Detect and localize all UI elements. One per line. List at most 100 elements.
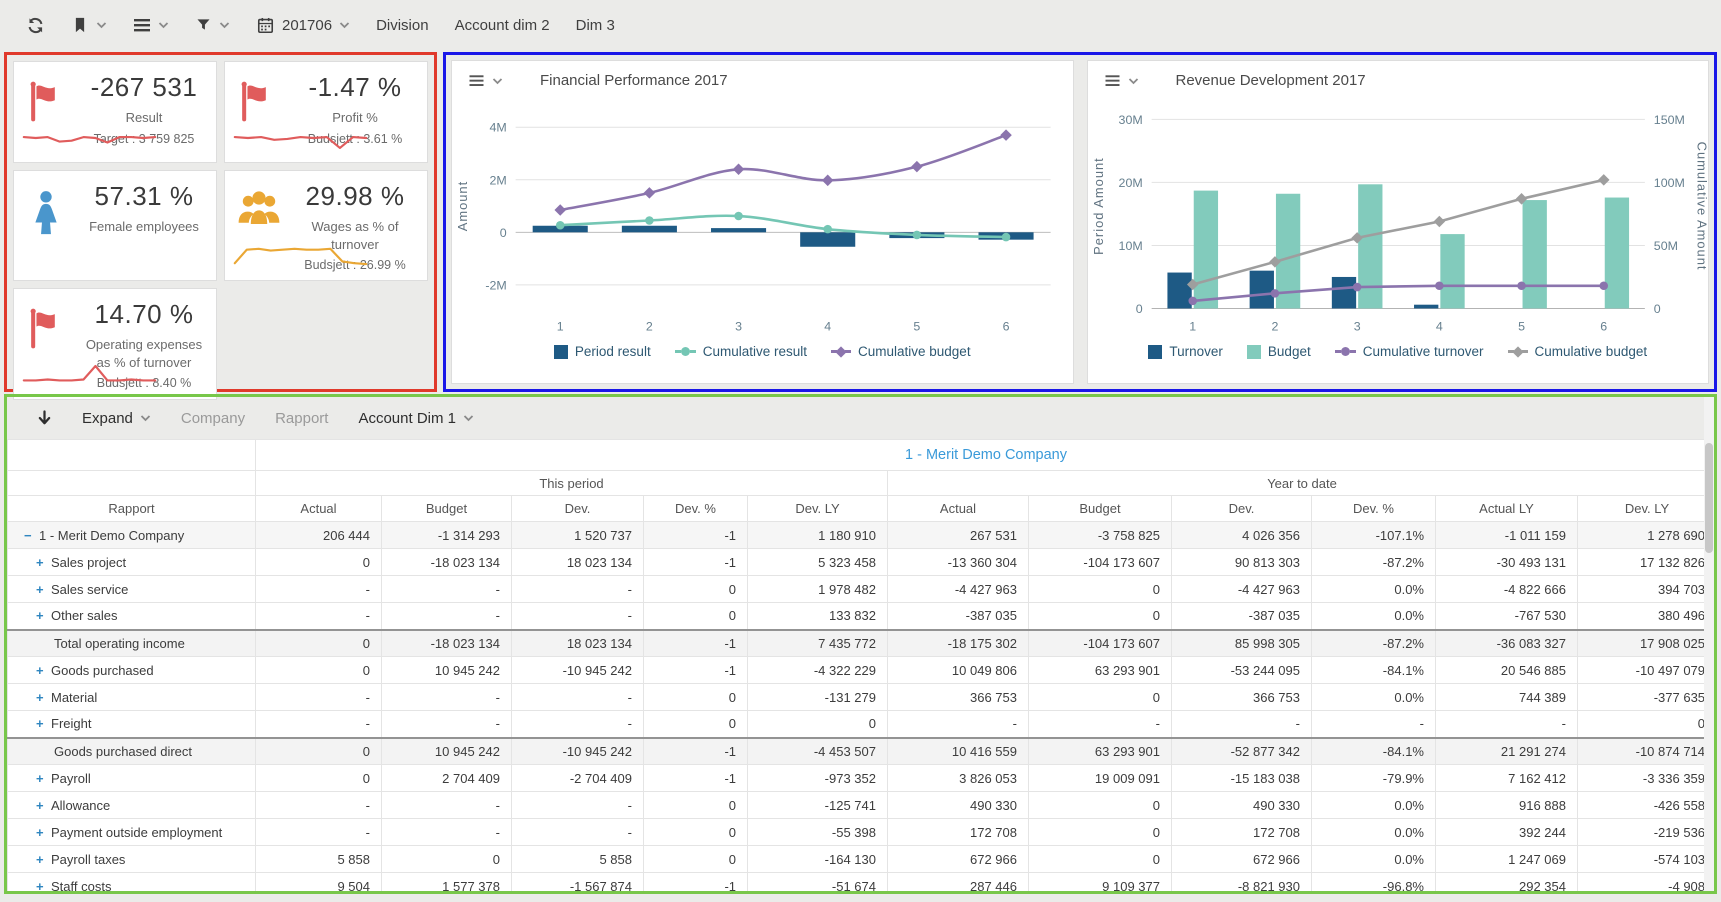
kpi-card[interactable]: -267 531ResultTarget : 3 759 825 (13, 61, 217, 163)
column-header[interactable]: Dev. % (1312, 496, 1436, 522)
table-row[interactable]: +Material---0-131 279366 7530366 7530.0%… (8, 684, 1717, 711)
value-cell: 10 945 242 (382, 657, 512, 684)
column-header[interactable]: Dev. (512, 496, 644, 522)
kpi-card[interactable]: -1.47 %Profit %Budsjett : 3.61 % (224, 61, 428, 163)
table-row[interactable]: −1 - Merit Demo Company206 444-1 314 293… (8, 522, 1717, 549)
row-label-cell: +Sales project (8, 549, 256, 576)
value-cell: - (512, 819, 644, 846)
value-cell: -79.9% (1312, 765, 1436, 792)
expand-row-icon[interactable]: + (36, 582, 51, 597)
expand-row-icon[interactable]: + (36, 852, 51, 867)
column-header[interactable]: Dev. % (644, 496, 748, 522)
column-header[interactable]: Actual (256, 496, 382, 522)
kpi-card[interactable]: 57.31 %Female employees (13, 170, 217, 281)
column-header[interactable]: Dev. (1172, 496, 1312, 522)
column-header[interactable]: Actual (888, 496, 1029, 522)
row-label: Payroll taxes (51, 852, 125, 867)
table-row[interactable]: +Allowance---0-125 741490 3300490 3300.0… (8, 792, 1717, 819)
value-cell: 0 (644, 711, 748, 738)
value-cell: 916 888 (1436, 792, 1578, 819)
value-cell: - (382, 711, 512, 738)
column-header-row: RapportActualBudgetDev.Dev. %Dev. LYActu… (8, 496, 1717, 522)
value-cell: - (512, 711, 644, 738)
chevron-down-icon[interactable] (1128, 77, 1139, 85)
table-scrollbar[interactable] (1704, 397, 1714, 891)
svg-text:1: 1 (557, 319, 564, 333)
table-row[interactable]: +Sales project0-18 023 13418 023 134-15 … (8, 549, 1717, 576)
kpi-card[interactable]: 29.98 %Wages as % of turnoverBudsjett : … (224, 170, 428, 281)
table-row[interactable]: +Payment outside employment---0-55 39817… (8, 819, 1717, 846)
value-cell: 4 026 356 (1172, 522, 1312, 549)
row-label: Other sales (51, 608, 117, 623)
expand-row-icon[interactable]: + (36, 608, 51, 623)
table-row[interactable]: +Freight---00-----0 (8, 711, 1717, 738)
value-cell: 0 (1029, 603, 1172, 630)
legend-item[interactable]: Budget (1247, 344, 1311, 359)
expand-row-icon[interactable]: + (36, 879, 51, 894)
dim-tab-account-dim-2[interactable]: Account dim 2 (455, 17, 550, 34)
dim-tab-dim-3[interactable]: Dim 3 (576, 17, 615, 34)
legend-item[interactable]: Cumulative budget (1508, 344, 1648, 359)
row-label: Goods purchased (51, 663, 154, 678)
expand-row-icon[interactable]: + (36, 771, 51, 786)
chart-legend: Period result Cumulative result Cumulative… (452, 344, 1073, 359)
scrollbar-thumb[interactable] (1705, 443, 1713, 553)
value-cell: 0 (256, 630, 382, 657)
chart-menu-icon[interactable] (1104, 74, 1121, 88)
table-row[interactable]: +Goods purchased010 945 242-10 945 242-1… (8, 657, 1717, 684)
expand-row-icon[interactable]: + (36, 690, 51, 705)
expand-row-icon[interactable]: + (36, 825, 51, 840)
table-row[interactable]: +Payroll taxes5 85805 8580-164 130672 96… (8, 846, 1717, 873)
legend-item[interactable]: Cumulative result (675, 344, 807, 359)
value-cell: -13 360 304 (888, 549, 1029, 576)
value-cell: - (382, 792, 512, 819)
company-link[interactable]: 1 - Merit Demo Company (905, 447, 1067, 463)
kpi-card[interactable]: 14.70 %Operating expenses as % of turnov… (13, 288, 217, 400)
expand-row-icon[interactable]: + (36, 798, 51, 813)
column-header[interactable]: Budget (382, 496, 512, 522)
legend-item[interactable]: Turnover (1148, 344, 1223, 359)
bookmark-menu[interactable] (71, 15, 107, 35)
table-row[interactable]: +Other sales---0133 832-387 0350-387 035… (8, 603, 1717, 630)
legend-item[interactable]: Cumulative turnover (1335, 344, 1484, 359)
dim-tab-division[interactable]: Division (376, 17, 429, 34)
table-row[interactable]: +Staff costs9 5041 577 378-1 567 874-1-5… (8, 873, 1717, 895)
download-arrow-icon[interactable] (37, 410, 52, 427)
chart-menu-icon[interactable] (468, 74, 485, 88)
value-cell: -84.1% (1312, 657, 1436, 684)
legend-item[interactable]: Period result (554, 344, 651, 359)
value-cell: 0.0% (1312, 846, 1436, 873)
svg-text:10M: 10M (1118, 239, 1142, 253)
expand-row-icon[interactable]: + (36, 555, 51, 570)
table-row[interactable]: +Sales service---01 978 482-4 427 9630-4… (8, 576, 1717, 603)
column-header[interactable]: Budget (1029, 496, 1172, 522)
legend-item[interactable]: Cumulative budget (831, 344, 971, 359)
period-selector[interactable]: 201706 (256, 16, 350, 35)
value-cell: -4 427 963 (1172, 576, 1312, 603)
column-header[interactable]: Dev. LY (748, 496, 888, 522)
filter-dropdown[interactable] (195, 16, 230, 34)
legend-marker-swatch (1508, 348, 1528, 356)
column-header[interactable]: Actual LY (1436, 496, 1578, 522)
account-dim-1-dropdown[interactable]: Account Dim 1 (358, 410, 474, 427)
refresh-button[interactable] (26, 16, 45, 35)
collapse-row-icon[interactable]: − (24, 528, 39, 543)
menu-dropdown[interactable] (133, 17, 169, 33)
value-cell: 206 444 (256, 522, 382, 549)
svg-text:20M: 20M (1118, 176, 1142, 190)
value-cell: - (256, 603, 382, 630)
table-row[interactable]: Goods purchased direct010 945 242-10 945… (8, 738, 1717, 765)
rapport-tab[interactable]: Rapport (275, 410, 328, 427)
value-cell: -51 674 (748, 873, 888, 895)
value-cell: 9 504 (256, 873, 382, 895)
chevron-down-icon[interactable] (492, 77, 503, 85)
company-tab[interactable]: Company (181, 410, 245, 427)
table-row[interactable]: Total operating income0-18 023 13418 023… (8, 630, 1717, 657)
table-row[interactable]: +Payroll02 704 409-2 704 409-1-973 3523 … (8, 765, 1717, 792)
expand-dropdown[interactable]: Expand (82, 410, 151, 427)
rapport-column-header[interactable]: Rapport (8, 496, 256, 522)
expand-row-icon[interactable]: + (36, 663, 51, 678)
value-cell: 394 703 (1578, 576, 1717, 603)
expand-row-icon[interactable]: + (36, 716, 51, 731)
column-header[interactable]: Dev. LY (1578, 496, 1717, 522)
